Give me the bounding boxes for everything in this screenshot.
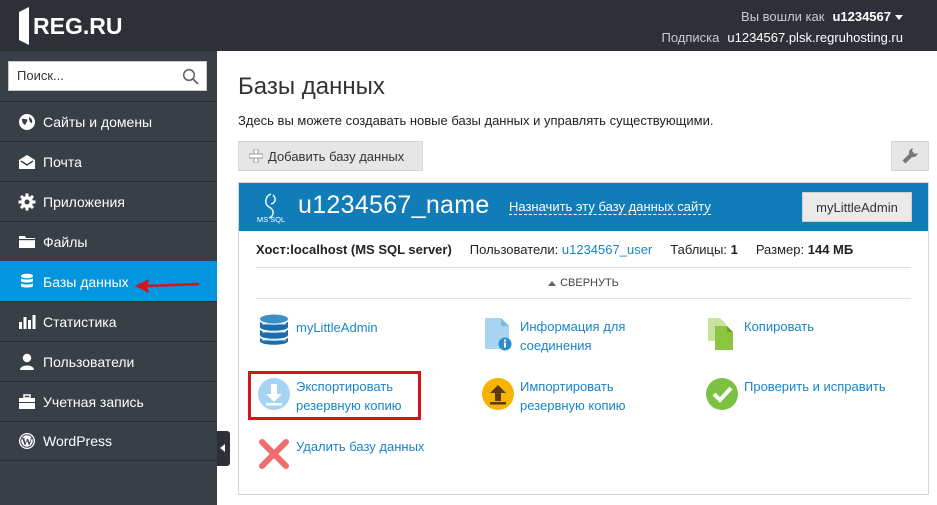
logged-in-label: Вы вошли как	[741, 8, 825, 24]
sidebar-item-label: Учетная запись	[43, 393, 144, 410]
database-info: Хост: localhost (MS SQL server) Пользоват…	[256, 242, 853, 257]
sidebar-item-sites[interactable]: Сайты и домены	[0, 101, 217, 141]
action-import-backup[interactable]: Импортировать резервную копию	[481, 377, 626, 415]
database-icon	[17, 272, 37, 292]
main-content: Базы данных Здесь вы можете создавать но…	[217, 51, 937, 505]
folder-icon	[17, 232, 37, 252]
reg-ru-logo[interactable]: REG.RU	[17, 4, 127, 48]
action-connection-info[interactable]: Информация для соединения	[481, 317, 625, 355]
host-label: Хост:	[256, 242, 291, 257]
red-arrow-annotation-icon	[135, 279, 200, 293]
check-circle-icon	[706, 378, 738, 410]
chevron-up-icon	[548, 280, 557, 286]
add-database-label: Добавить базу данных	[268, 148, 405, 164]
upload-icon	[482, 378, 514, 410]
sidebar-item-label: Сайты и домены	[43, 113, 153, 130]
username: u1234567	[832, 8, 891, 24]
settings-button[interactable]	[891, 141, 929, 171]
database-icon	[260, 314, 288, 345]
action-copy[interactable]: Копировать	[705, 317, 814, 351]
username-dropdown[interactable]: u1234567	[832, 9, 903, 24]
copy-icon	[708, 318, 733, 350]
page-description: Здесь вы можете создавать новые базы дан…	[238, 113, 714, 128]
action-label-line1: Импортировать	[520, 379, 614, 394]
envelope-icon	[17, 152, 37, 172]
add-database-button[interactable]: Добавить базу данных	[238, 141, 423, 171]
assign-to-site-link[interactable]: Назначить эту базу данных сайту	[509, 199, 711, 215]
bar-chart-icon	[17, 312, 37, 332]
top-bar: REG.RU Вы вошли как u1234567 Подписка u1…	[0, 0, 937, 51]
tables-value: 1	[730, 242, 738, 257]
size-value: 144 МБ	[807, 242, 854, 257]
sidebar-item-files[interactable]: Файлы	[0, 221, 217, 261]
action-label-line2: резервную копию	[520, 398, 626, 413]
sidebar-item-label: Файлы	[43, 233, 88, 250]
action-delete-database[interactable]: Удалить базу данных	[257, 437, 424, 471]
page-title: Базы данных	[238, 73, 385, 100]
sidebar-item-label: Пользователи	[43, 353, 135, 370]
document-info-icon	[485, 318, 512, 351]
search-icon[interactable]	[182, 68, 199, 85]
svg-text:REG.RU: REG.RU	[33, 13, 122, 39]
action-label-line2: соединения	[520, 338, 592, 353]
action-check-repair[interactable]: Проверить и исправить	[705, 377, 886, 411]
host-value: localhost (MS SQL server)	[290, 242, 452, 257]
sidebar-item-label: Почта	[43, 153, 82, 170]
sidebar-item-label: Базы данных	[43, 273, 129, 290]
action-label: myLittleAdmin	[296, 320, 378, 335]
svg-text:MS SQL: MS SQL	[257, 215, 285, 224]
sidebar-item-statistics[interactable]: Статистика	[0, 301, 217, 341]
search-box[interactable]	[8, 61, 207, 91]
collapse-label: СВЕРНУТЬ	[560, 277, 619, 289]
users-label: Пользователи:	[469, 242, 559, 257]
export-highlight-frame	[248, 371, 421, 420]
tables-label: Таблицы:	[670, 242, 727, 257]
user-icon	[17, 352, 37, 372]
mylittleadmin-button[interactable]: myLittleAdmin	[802, 192, 912, 222]
sidebar-item-users[interactable]: Пользователи	[0, 341, 217, 381]
wrench-icon	[902, 148, 918, 164]
mssql-icon: MS SQL	[257, 193, 285, 224]
user-info: Вы вошли как u1234567 Подписка u1234567.…	[483, 7, 903, 49]
gear-icon	[17, 192, 37, 212]
collapse-toggle[interactable]: СВЕРНУТЬ	[256, 267, 911, 299]
subscription-value[interactable]: u1234567.plsk.regruhosting.ru	[727, 30, 903, 45]
sidebar-item-label: Статистика	[43, 313, 117, 330]
database-name: u1234567_name	[298, 191, 490, 219]
search-input[interactable]	[17, 62, 182, 88]
delete-x-icon	[259, 439, 289, 469]
subscription-label: Подписка	[661, 29, 720, 45]
sidebar-item-label: WordPress	[43, 433, 112, 449]
sidebar-item-account[interactable]: Учетная запись	[0, 381, 217, 421]
sidebar-item-label: Приложения	[43, 193, 125, 210]
action-label: Проверить и исправить	[744, 379, 886, 394]
action-label: Удалить базу данных	[296, 439, 425, 454]
wordpress-icon: W	[17, 431, 37, 451]
action-mylittleadmin[interactable]: myLittleAdmin	[257, 313, 378, 347]
svg-text:W: W	[22, 436, 33, 448]
action-label: Копировать	[744, 319, 814, 334]
caret-down-icon	[895, 14, 903, 20]
sidebar-item-mail[interactable]: Почта	[0, 141, 217, 181]
plus-icon	[249, 149, 263, 163]
action-label-line1: Информация для	[520, 319, 626, 334]
size-label: Размер:	[755, 242, 805, 257]
sidebar-item-wordpress[interactable]: W WordPress	[0, 421, 217, 461]
db-user-link[interactable]: u1234567_user	[562, 242, 652, 257]
briefcase-icon	[17, 392, 37, 412]
sidebar-item-apps[interactable]: Приложения	[0, 181, 217, 221]
globe-icon	[17, 112, 37, 132]
database-header: MS SQL u1234567_name Назначить эту базу …	[239, 183, 928, 231]
